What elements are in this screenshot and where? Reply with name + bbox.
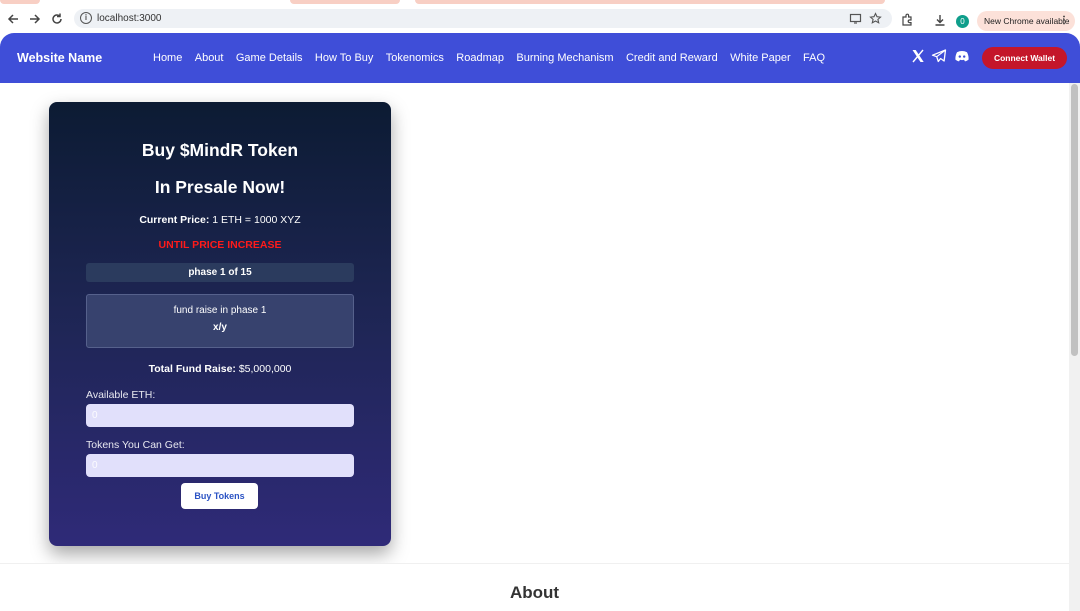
reload-icon[interactable] bbox=[50, 12, 64, 26]
presale-card: Buy $MindR Token In Presale Now! Current… bbox=[49, 102, 391, 546]
connect-wallet-button[interactable]: Connect Wallet bbox=[982, 47, 1067, 69]
downloads-icon[interactable] bbox=[933, 13, 947, 27]
chrome-update-button[interactable]: New Chrome available ⋮ bbox=[977, 11, 1075, 31]
page-scrollbar-thumb[interactable] bbox=[1071, 84, 1078, 356]
nav-link-roadmap[interactable]: Roadmap bbox=[456, 51, 504, 65]
back-icon[interactable] bbox=[6, 12, 20, 26]
phase-fund-value: x/y bbox=[213, 322, 227, 333]
until-price-increase: UNTIL PRICE INCREASE bbox=[158, 239, 282, 251]
total-fund-value: $5,000,000 bbox=[235, 363, 292, 375]
extensions-icon[interactable] bbox=[900, 13, 914, 27]
presale-subtitle: In Presale Now! bbox=[154, 177, 286, 197]
site-info-icon[interactable]: i bbox=[80, 12, 92, 24]
address-url[interactable]: localhost:3000 bbox=[97, 12, 162, 25]
nav-link-tokenomics[interactable]: Tokenomics bbox=[386, 51, 444, 65]
address-bar[interactable]: i localhost:3000 bbox=[74, 9, 892, 28]
x-icon[interactable] bbox=[910, 48, 926, 64]
phase-indicator: phase 1 of 15 bbox=[86, 263, 354, 282]
available-eth-label: Available ETH: bbox=[86, 389, 156, 401]
bookmark-star-icon[interactable] bbox=[869, 12, 882, 25]
current-price: Current Price: 1 ETH = 1000 XYZ bbox=[49, 214, 391, 227]
tokens-you-can-get-input[interactable] bbox=[86, 454, 354, 477]
current-price-value: 1 ETH = 1000 XYZ bbox=[209, 214, 301, 226]
telegram-icon[interactable] bbox=[931, 48, 947, 64]
total-fund-raise: Total Fund Raise: $5,000,000 bbox=[49, 363, 391, 376]
about-heading: About bbox=[509, 583, 560, 602]
nav-link-how-to-buy[interactable]: How To Buy bbox=[315, 51, 374, 65]
forward-icon[interactable] bbox=[28, 12, 42, 26]
available-eth-input[interactable] bbox=[86, 404, 354, 427]
phase-fund-label: fund raise in phase 1 bbox=[173, 305, 267, 316]
nav-link-game-details[interactable]: Game Details bbox=[236, 51, 303, 65]
nav-link-burning-mechanism[interactable]: Burning Mechanism bbox=[516, 51, 613, 65]
nav-link-home[interactable]: Home bbox=[153, 51, 182, 65]
nav-link-faq[interactable]: FAQ bbox=[803, 51, 825, 65]
nav-link-white-paper[interactable]: White Paper bbox=[730, 51, 791, 65]
current-price-label: Current Price: bbox=[139, 214, 210, 226]
presale-title: Buy $MindR Token bbox=[141, 140, 299, 160]
total-fund-label: Total Fund Raise: bbox=[148, 363, 236, 375]
nav-links: Home About Game Details How To Buy Token… bbox=[153, 51, 837, 65]
nav-link-about[interactable]: About bbox=[195, 51, 224, 65]
tokens-you-can-get-label: Tokens You Can Get: bbox=[86, 439, 185, 451]
more-menu-icon[interactable]: ⋮ bbox=[1059, 11, 1069, 31]
site-brand[interactable]: Website Name bbox=[17, 50, 102, 66]
profile-avatar[interactable]: 0 bbox=[956, 15, 969, 28]
nav-link-credit-and-reward[interactable]: Credit and Reward bbox=[626, 51, 718, 65]
discord-icon[interactable] bbox=[954, 48, 970, 64]
buy-tokens-button[interactable]: Buy Tokens bbox=[181, 483, 258, 509]
browser-toolbar: i localhost:3000 0 New Chrome available … bbox=[0, 4, 1080, 32]
phase-fund-box: fund raise in phase 1 x/y bbox=[86, 294, 354, 348]
install-app-icon[interactable] bbox=[849, 12, 862, 25]
site-navbar: Website Name Home About Game Details How… bbox=[0, 33, 1080, 83]
chrome-update-label: New Chrome available bbox=[984, 16, 1070, 26]
